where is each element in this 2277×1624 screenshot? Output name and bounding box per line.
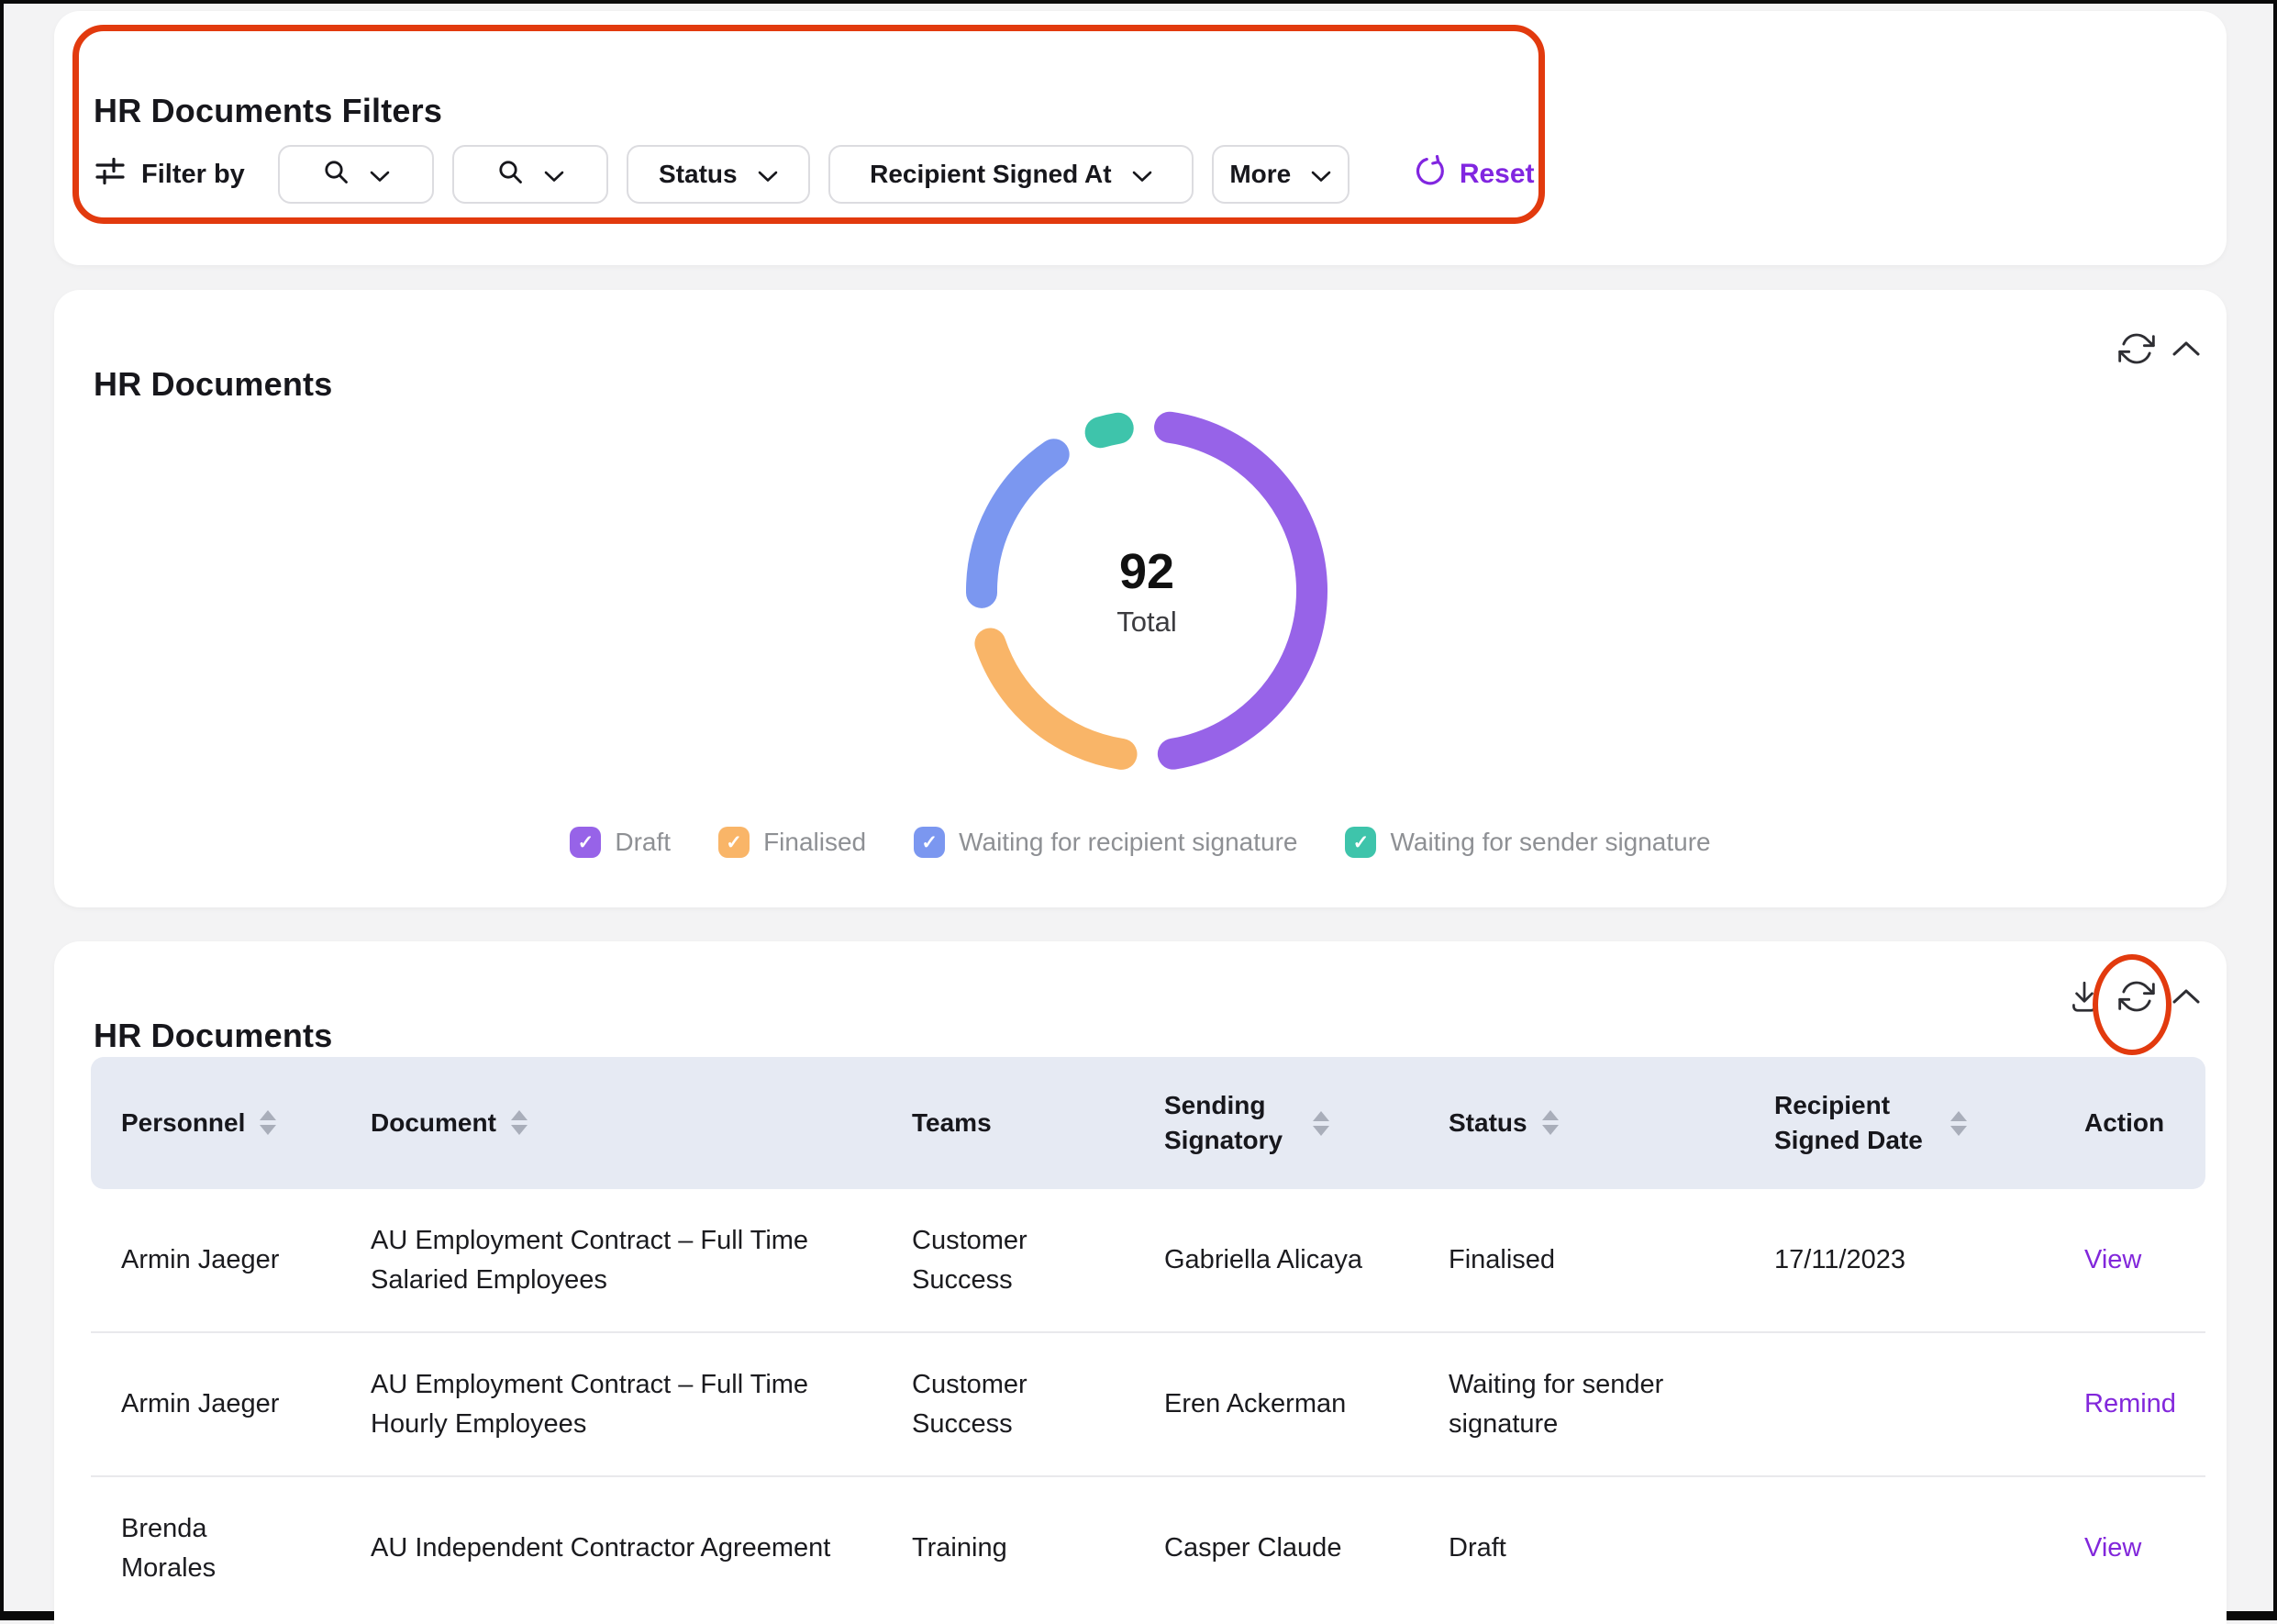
- table-row: Armin Jaeger AU Employment Contract – Fu…: [91, 1189, 2205, 1333]
- view-link[interactable]: View: [2084, 1533, 2141, 1563]
- cell-personnel: Armin Jaeger: [91, 1240, 340, 1279]
- filters-card-title: HR Documents Filters: [94, 92, 442, 130]
- cell-teams: Customer Success: [882, 1365, 1134, 1442]
- refresh-icon[interactable]: [2118, 330, 2155, 367]
- recipient-signed-at-filter-dropdown[interactable]: Recipient Signed At: [828, 145, 1194, 204]
- column-label: Recipient Signed Date: [1774, 1088, 1936, 1158]
- hr-documents-table: Personnel Document Teams Sending Signato…: [91, 1057, 2205, 1619]
- reset-icon: [1416, 155, 1447, 194]
- remind-link[interactable]: Remind: [2084, 1389, 2176, 1418]
- cell-sending-signatory: Gabriella Alicaya: [1134, 1240, 1418, 1279]
- column-label: Status: [1449, 1106, 1527, 1140]
- cell-recipient-signed-date: 17/11/2023: [1744, 1240, 2054, 1279]
- table-card-controls: [2067, 978, 2201, 1015]
- checked-checkbox-icon: ✓: [914, 827, 945, 858]
- column-header-teams: Teams: [882, 1106, 1134, 1140]
- column-label: Document: [371, 1106, 496, 1140]
- chart-card-controls: [2118, 330, 2201, 367]
- chevron-down-icon: [1311, 160, 1331, 189]
- filter-by-label-group: Filter by: [94, 154, 245, 195]
- legend-item-draft[interactable]: ✓ Draft: [570, 827, 671, 858]
- cell-status: Draft: [1418, 1529, 1744, 1567]
- checked-checkbox-icon: ✓: [570, 827, 601, 858]
- column-label: Action: [2084, 1106, 2164, 1140]
- hr-dashboard-screen: { "annotation_color": "#e23a0e", "filter…: [0, 0, 2277, 1620]
- hr-documents-chart-card: HR Documents 92 Total ✓ Draft ✓ Finalise…: [54, 290, 2227, 907]
- donut-segment-finalised: [990, 643, 1121, 753]
- filter-row: Filter by: [94, 145, 1535, 204]
- chart-card-title: HR Documents: [94, 365, 332, 404]
- chart-legend: ✓ Draft ✓ Finalised ✓ Waiting for recipi…: [54, 827, 2227, 858]
- cell-document: AU Employment Contract – Full Time Hourl…: [340, 1365, 882, 1442]
- table-card-title: HR Documents: [94, 1017, 332, 1055]
- search-icon: [496, 158, 524, 192]
- chevron-down-icon: [1132, 160, 1152, 189]
- cell-document: AU Employment Contract – Full Time Salar…: [340, 1221, 882, 1298]
- legend-label: Waiting for recipient signature: [959, 828, 1297, 857]
- cell-sending-signatory: Eren Ackerman: [1134, 1385, 1418, 1423]
- hr-documents-table-card: HR Documents Personnel: [54, 941, 2227, 1624]
- table-row: Armin Jaeger AU Employment Contract – Fu…: [91, 1333, 2205, 1477]
- donut-segment-waiting-for-recipient-signature: [982, 454, 1054, 593]
- sort-icon[interactable]: [1950, 1111, 1967, 1136]
- donut-segment-waiting-for-sender-signature: [1101, 428, 1118, 432]
- cell-document: AU Independent Contractor Agreement: [340, 1529, 882, 1567]
- sort-icon[interactable]: [1313, 1111, 1329, 1136]
- checked-checkbox-icon: ✓: [1345, 827, 1376, 858]
- checked-checkbox-icon: ✓: [718, 827, 750, 858]
- more-filters-label: More: [1229, 160, 1291, 189]
- legend-item-finalised[interactable]: ✓ Finalised: [718, 827, 866, 858]
- cell-teams: Training: [882, 1529, 1134, 1567]
- cell-status: Finalised: [1418, 1240, 1744, 1279]
- column-header-status[interactable]: Status: [1418, 1106, 1744, 1140]
- sort-icon[interactable]: [1542, 1110, 1559, 1135]
- search-icon: [322, 158, 350, 192]
- filters-card: HR Documents Filters Filter by: [54, 11, 2227, 265]
- collapse-chevron-up-icon[interactable]: [2171, 988, 2201, 1005]
- view-link[interactable]: View: [2084, 1245, 2141, 1274]
- sort-icon[interactable]: [511, 1110, 528, 1135]
- column-header-recipient-signed-date[interactable]: Recipient Signed Date: [1744, 1088, 2054, 1158]
- chevron-down-icon: [544, 160, 564, 189]
- reset-label: Reset: [1460, 159, 1535, 190]
- cell-sending-signatory: Casper Claude: [1134, 1529, 1418, 1567]
- download-icon[interactable]: [2067, 978, 2102, 1015]
- reset-filters-button[interactable]: Reset: [1416, 155, 1535, 194]
- cell-personnel: Armin Jaeger: [91, 1385, 340, 1423]
- recipient-signed-at-filter-label: Recipient Signed At: [870, 160, 1111, 189]
- legend-item-waiting-sender[interactable]: ✓ Waiting for sender signature: [1345, 827, 1710, 858]
- chevron-down-icon: [758, 160, 778, 189]
- cell-personnel: Brenda Morales: [91, 1509, 340, 1586]
- status-filter-dropdown[interactable]: Status: [627, 145, 810, 204]
- legend-label: Waiting for sender signature: [1390, 828, 1710, 857]
- column-label: Teams: [912, 1106, 992, 1140]
- column-header-personnel[interactable]: Personnel: [91, 1106, 340, 1140]
- sliders-icon: [94, 154, 127, 195]
- column-header-document[interactable]: Document: [340, 1106, 882, 1140]
- column-label: Personnel: [121, 1106, 245, 1140]
- column-header-sending-signatory[interactable]: Sending Signatory: [1134, 1088, 1418, 1158]
- legend-item-waiting-recipient[interactable]: ✓ Waiting for recipient signature: [914, 827, 1297, 858]
- sort-icon[interactable]: [260, 1110, 276, 1135]
- table-header-row: Personnel Document Teams Sending Signato…: [91, 1057, 2205, 1189]
- column-header-action: Action: [2054, 1106, 2205, 1140]
- filter-by-label: Filter by: [141, 160, 245, 190]
- status-donut-chart: [934, 378, 1360, 804]
- cell-status: Waiting for sender signature: [1418, 1365, 1744, 1442]
- legend-label: Finalised: [763, 828, 866, 857]
- search-filter-dropdown-2[interactable]: [452, 145, 608, 204]
- donut-segment-draft: [1170, 428, 1312, 754]
- status-filter-label: Status: [659, 160, 738, 189]
- collapse-chevron-up-icon[interactable]: [2171, 340, 2201, 357]
- more-filters-dropdown[interactable]: More: [1212, 145, 1350, 204]
- cell-teams: Customer Success: [882, 1221, 1134, 1298]
- column-label: Sending Signatory: [1164, 1088, 1298, 1158]
- legend-label: Draft: [615, 828, 671, 857]
- chevron-down-icon: [370, 160, 390, 189]
- refresh-icon[interactable]: [2118, 978, 2155, 1015]
- table-row: Brenda Morales AU Independent Contractor…: [91, 1477, 2205, 1619]
- search-filter-dropdown-1[interactable]: [278, 145, 434, 204]
